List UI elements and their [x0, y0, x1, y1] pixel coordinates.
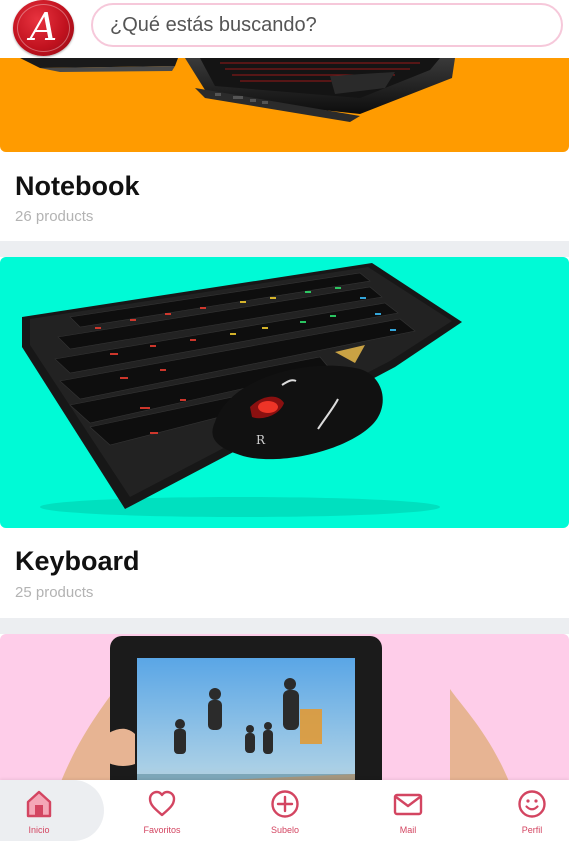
app-logo[interactable]: A [13, 0, 74, 56]
heart-icon [148, 790, 176, 817]
app-header: A [0, 0, 569, 58]
keyboard-mouse-illustration: R [22, 263, 462, 517]
category-title: Notebook [15, 171, 140, 201]
category-image-keyboard[interactable]: R [0, 257, 569, 528]
mail-icon [393, 793, 423, 816]
category-image-notebook[interactable] [0, 58, 569, 152]
nav-item-favoritos[interactable]: Favoritos [117, 780, 207, 841]
category-count: 26 products [15, 208, 94, 225]
nav-item-subelo[interactable]: Subelo [240, 780, 330, 841]
svg-text:R: R [256, 433, 266, 447]
nav-item-inicio[interactable]: Inicio [0, 780, 84, 841]
smile-icon [518, 790, 546, 818]
category-title: Keyboard [15, 546, 140, 576]
nav-label: Perfil [521, 825, 543, 835]
nav-label: Favoritos [143, 825, 181, 835]
search-input[interactable] [108, 12, 532, 38]
category-card-keyboard[interactable]: R Keyboard 25 products [0, 257, 569, 618]
nav-item-perfil[interactable]: Perfil [487, 780, 569, 841]
category-card-notebook[interactable]: Notebook 26 products [0, 58, 569, 241]
category-count: 25 products [15, 584, 94, 601]
plus-circle-icon [271, 790, 299, 818]
logo-letter: A [29, 5, 58, 49]
laptop-illustration [20, 58, 455, 122]
home-icon [26, 790, 52, 818]
bottom-navigation: Inicio Favoritos Subelo Mail Perfil [0, 780, 569, 841]
nav-label: Mail [399, 825, 417, 835]
nav-label: Subelo [270, 825, 300, 835]
search-bar[interactable] [91, 3, 563, 47]
nav-label: Inicio [28, 825, 50, 835]
nav-item-mail[interactable]: Mail [363, 780, 453, 841]
